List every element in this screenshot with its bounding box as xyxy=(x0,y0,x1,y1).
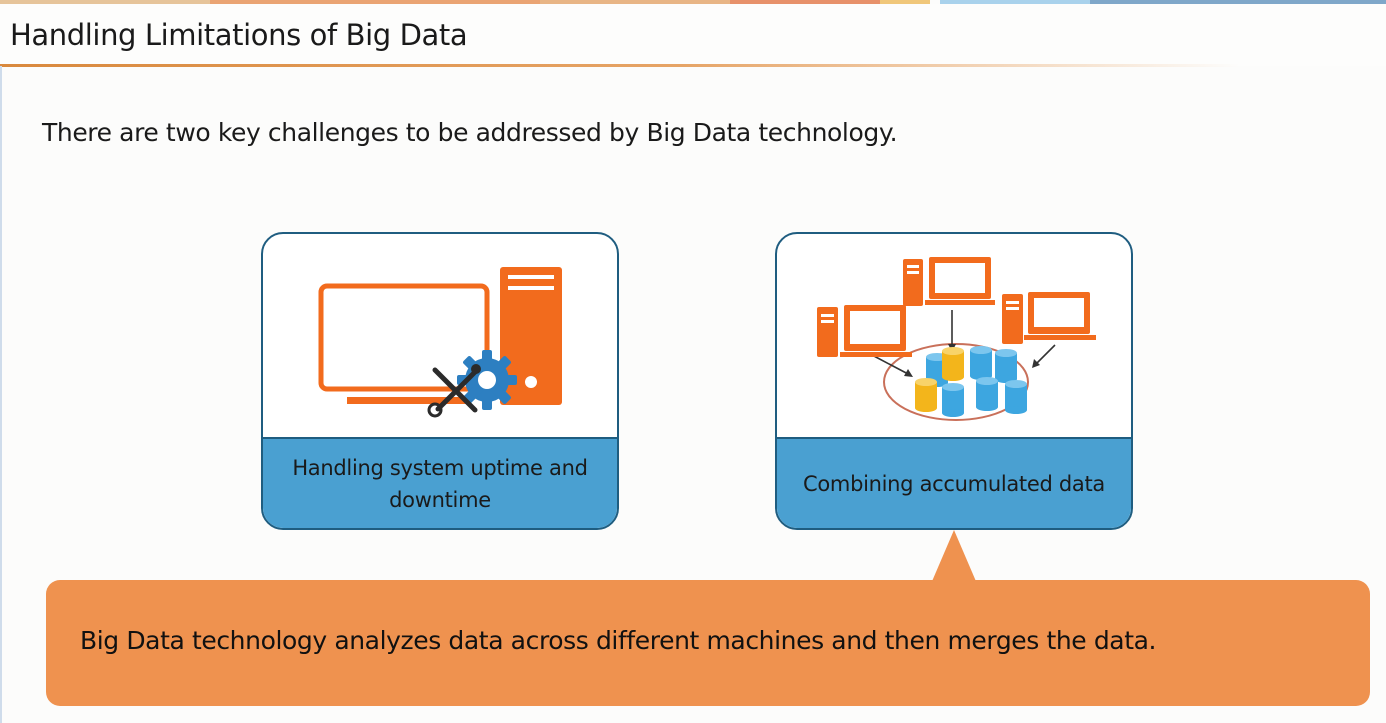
slide-left-edge xyxy=(0,66,2,723)
title-bar: Handling Limitations of Big Data xyxy=(0,4,1386,66)
card-label-uptime: Handling system uptime and downtime xyxy=(263,437,617,528)
distributed-data-icon xyxy=(817,257,1096,421)
computer-repair-icon xyxy=(318,267,562,418)
title-underline xyxy=(0,64,1240,67)
distributed-data-illustration xyxy=(777,234,1131,437)
challenge-card-combining: Combining accumulated data xyxy=(775,232,1133,530)
card-label-combining: Combining accumulated data xyxy=(777,437,1131,528)
computer-repair-illustration xyxy=(263,234,617,437)
callout-pointer xyxy=(930,530,978,586)
intro-text: There are two key challenges to be addre… xyxy=(42,118,898,147)
challenge-card-uptime: Handling system uptime and downtime xyxy=(261,232,619,530)
callout-text: Big Data technology analyzes data across… xyxy=(80,626,1157,655)
page-title: Handling Limitations of Big Data xyxy=(10,18,468,52)
explanation-callout: Big Data technology analyzes data across… xyxy=(46,580,1370,706)
